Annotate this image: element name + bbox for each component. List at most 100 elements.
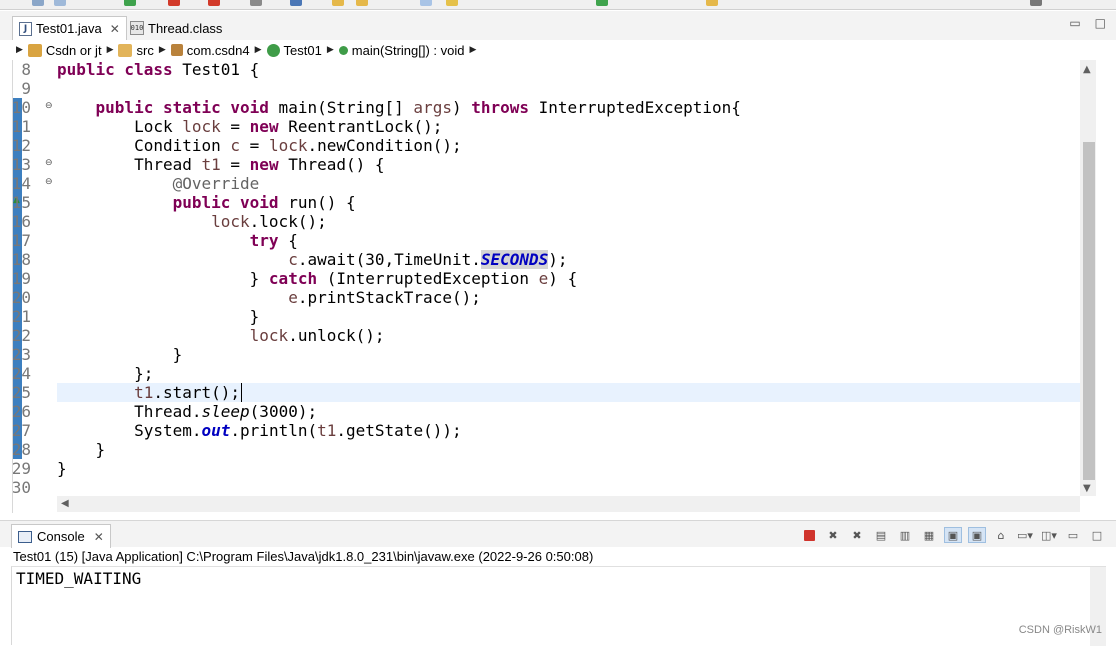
chevron-right-icon[interactable]: ▶	[255, 45, 262, 55]
chevron-right-icon[interactable]: ▶	[107, 45, 114, 55]
toolbar-button-icon[interactable]	[250, 0, 262, 6]
toolbar-button-icon[interactable]	[420, 0, 432, 6]
line-number: 27	[12, 421, 31, 440]
fold-collapse-icon[interactable]: ⊖	[45, 158, 53, 168]
toolbar-button-icon[interactable]	[290, 0, 302, 6]
remove-all-terminated-icon[interactable]: ✖	[848, 527, 866, 543]
line-number: 13	[12, 155, 31, 174]
scroll-up-icon[interactable]: ▲	[1083, 64, 1091, 75]
breadcrumb-item-method[interactable]: main(String[]) : void	[338, 42, 465, 58]
code-line: lock.lock();	[211, 212, 327, 231]
tab-console[interactable]: Console ✕	[11, 524, 111, 548]
terminate-button[interactable]	[800, 527, 818, 543]
scroll-left-icon[interactable]: ◀	[61, 498, 69, 509]
code-editor[interactable]: ▲ 8 9 10 11 12 13 14 15 16 17 18 19 20 21 22 23 24 25 26 27…	[12, 60, 1106, 513]
line-number: 24	[12, 364, 31, 383]
breadcrumb-label: main(String[]) : void	[351, 42, 465, 58]
minimize-icon[interactable]: ▭	[1069, 16, 1080, 30]
scroll-down-icon[interactable]: ▼	[1083, 483, 1091, 494]
breadcrumb-item-project[interactable]: Csdn or jt	[27, 42, 102, 58]
breadcrumb-label: src	[136, 42, 154, 58]
line-number: 15	[12, 193, 31, 212]
scrollbar-thumb[interactable]	[1083, 142, 1095, 480]
toolbar-button-icon[interactable]	[168, 0, 180, 6]
editor-tab-bar: J Test01.java ✕ 010 Thread.class ▭ □	[0, 11, 1116, 40]
chevron-right-icon[interactable]: ▶	[469, 45, 476, 55]
class-icon	[266, 43, 280, 57]
remove-launch-icon[interactable]: ✖	[824, 527, 842, 543]
chevron-right-icon[interactable]: ▶	[16, 45, 23, 55]
toolbar-button-icon[interactable]	[32, 0, 44, 6]
folder-icon[interactable]	[356, 0, 368, 6]
source-folder-icon	[118, 43, 133, 57]
fold-collapse-icon[interactable]: ⊖	[45, 101, 53, 111]
code-line: Thread.sleep(3000);	[134, 402, 318, 421]
clear-console-icon[interactable]: ▤	[872, 527, 890, 543]
toolbar-button-icon[interactable]	[54, 0, 66, 6]
editor-horizontal-scrollbar[interactable]	[57, 496, 1080, 512]
code-line: public static void main(String[] args) t…	[95, 98, 741, 117]
code-line: } catch (InterruptedException e) {	[249, 269, 578, 288]
line-number: 29	[12, 459, 31, 478]
line-number-gutter: ▲ 8 9 10 11 12 13 14 15 16 17 18 19 20 21 22 23 24 25 26 27…	[12, 60, 57, 497]
back-icon[interactable]	[706, 0, 718, 6]
java-file-icon: J	[19, 21, 32, 36]
code-text-area[interactable]: public class Test01 { public static void…	[57, 60, 1080, 496]
chevron-right-icon[interactable]: ▶	[159, 45, 166, 55]
code-line: }	[172, 345, 183, 364]
search-icon[interactable]	[1030, 0, 1042, 6]
display-console-icon[interactable]: ▭▾	[1016, 527, 1034, 543]
console-output-area[interactable]: TIMED_WAITING	[11, 566, 1106, 646]
fold-collapse-icon[interactable]: ⊖	[45, 177, 53, 187]
breadcrumb-item-src[interactable]: src	[118, 42, 154, 58]
word-wrap-icon[interactable]: ▦	[920, 527, 938, 543]
line-number: 28	[12, 440, 31, 459]
breadcrumb-label: Csdn or jt	[45, 42, 102, 58]
pin-console-icon[interactable]: ⌂	[992, 527, 1010, 543]
console-tab-bar: Console ✕ ✖ ✖ ▤ ▥ ▦ ▣ ▣ ⌂ ▭▾ ◫▾ ▭ □	[0, 520, 1116, 548]
tab-thread-class[interactable]: 010 Thread.class	[124, 16, 228, 40]
line-number: 30	[12, 478, 31, 497]
toolbar-button-icon[interactable]	[208, 0, 220, 6]
line-number: 14	[12, 174, 31, 193]
show-on-stdout-icon[interactable]: ▣	[944, 527, 962, 543]
toolbar-button-icon[interactable]	[446, 0, 458, 6]
breadcrumb-label: Test01	[283, 42, 322, 58]
tab-label: Test01.java	[36, 21, 102, 36]
line-number: 17	[12, 231, 31, 250]
main-toolbar	[0, 0, 1116, 10]
package-icon	[170, 44, 183, 56]
line-number: 25	[12, 383, 31, 402]
code-line: Lock lock = new ReentrantLock();	[134, 117, 443, 136]
breadcrumb-label: com.csdn4	[186, 42, 250, 58]
code-line: Condition c = lock.newCondition();	[134, 136, 462, 155]
scroll-lock-icon[interactable]: ▥	[896, 527, 914, 543]
line-number: 11	[12, 117, 31, 136]
tab-test01-java[interactable]: J Test01.java ✕	[12, 16, 127, 40]
code-line: }	[57, 459, 67, 478]
show-on-stderr-icon[interactable]: ▣	[968, 527, 986, 543]
code-line: lock.unlock();	[249, 326, 385, 345]
breadcrumb-item-package[interactable]: com.csdn4	[170, 42, 250, 58]
console-output-text: TIMED_WAITING	[16, 569, 142, 588]
code-line: @Override	[172, 174, 260, 193]
watermark: CSDN @RiskW1	[1018, 624, 1102, 636]
folder-icon[interactable]	[332, 0, 344, 6]
tab-label: Thread.class	[148, 20, 223, 36]
maximize-icon[interactable]: □	[1095, 16, 1106, 30]
maximize-icon[interactable]: □	[1088, 527, 1106, 543]
minimize-icon[interactable]: ▭	[1064, 527, 1082, 543]
close-icon[interactable]: ✕	[94, 530, 104, 544]
close-icon[interactable]: ✕	[110, 22, 120, 36]
chevron-right-icon[interactable]: ▶	[327, 45, 334, 55]
breadcrumb-item-class[interactable]: Test01	[266, 42, 322, 58]
line-number: 8	[21, 60, 31, 79]
toolbar-button-icon[interactable]	[596, 0, 608, 6]
code-line: public class Test01 {	[57, 60, 260, 79]
line-number: 21	[12, 307, 31, 326]
code-line: try {	[249, 231, 298, 250]
line-number: 23	[12, 345, 31, 364]
open-console-icon[interactable]: ◫▾	[1040, 527, 1058, 543]
console-icon	[18, 530, 32, 543]
run-icon[interactable]	[124, 0, 136, 6]
